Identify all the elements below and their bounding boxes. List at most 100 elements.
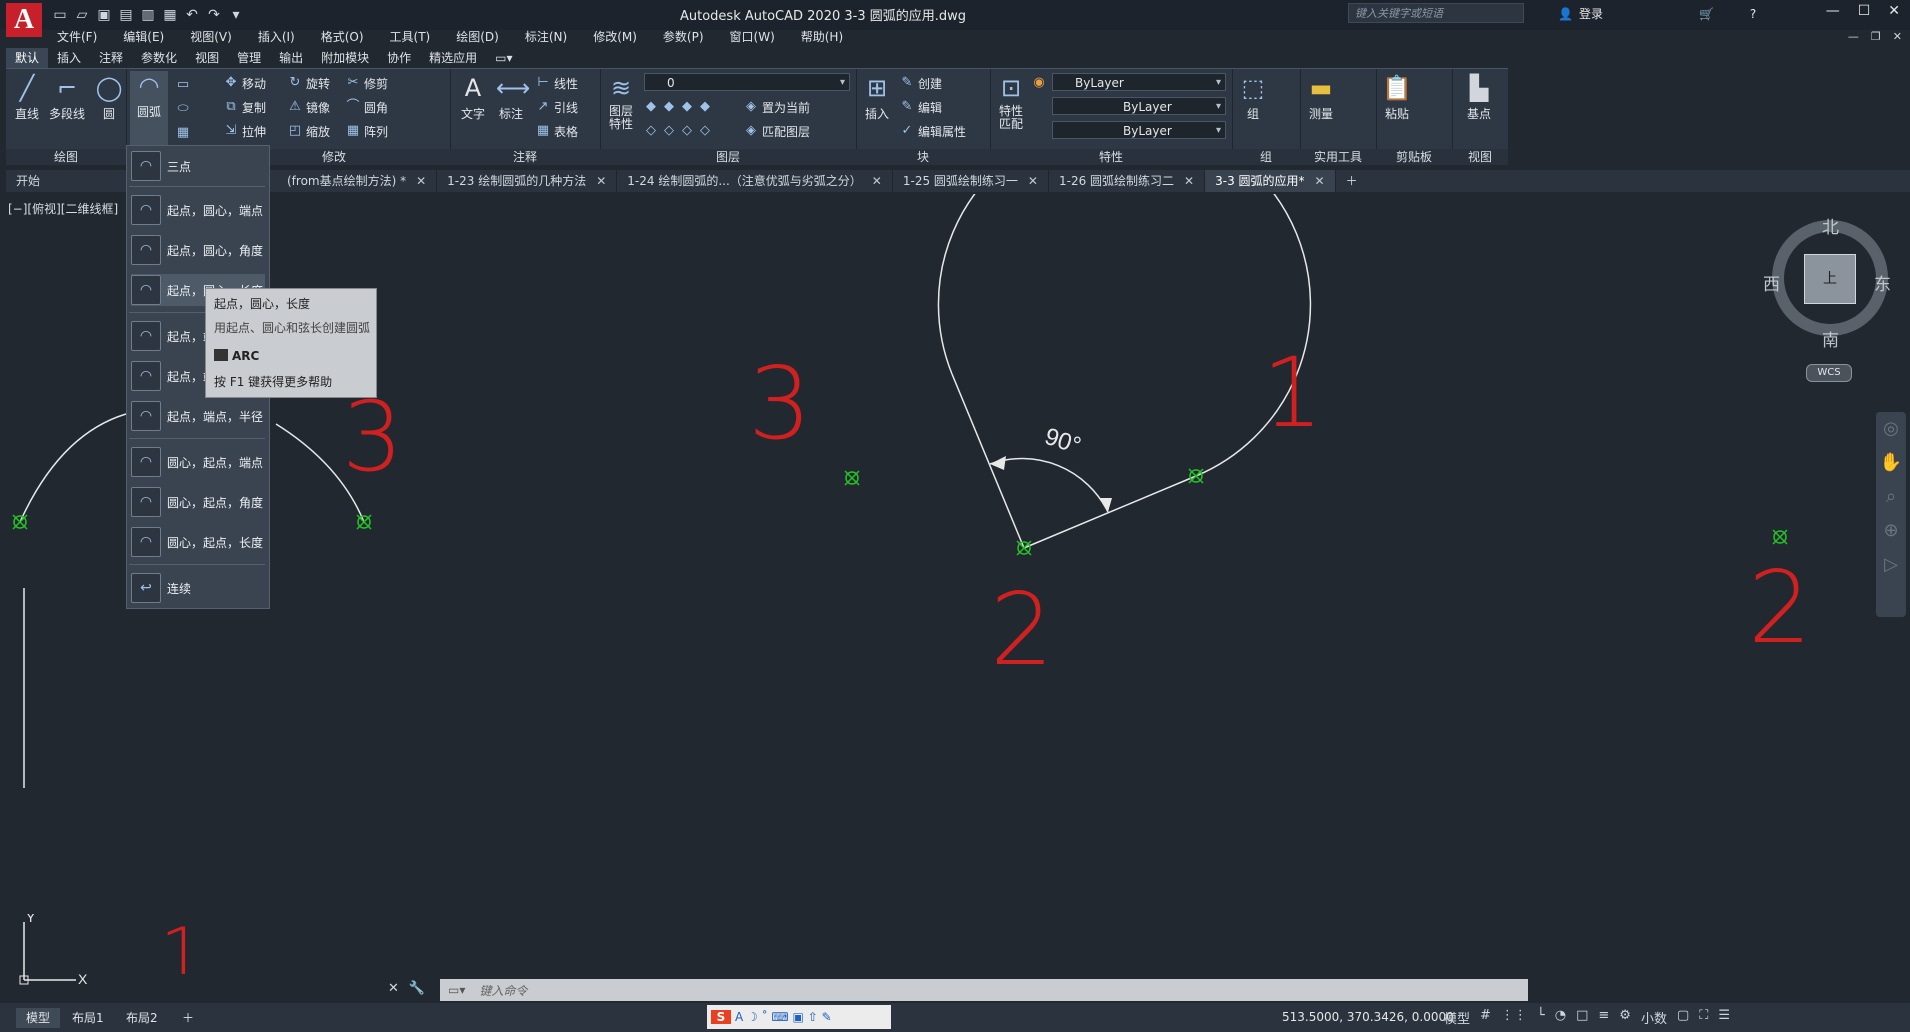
layout-tab-2[interactable]: 布局2: [116, 1008, 168, 1028]
line-button[interactable]: ╱ 直线: [8, 73, 46, 122]
arc-button[interactable]: ◠ 圆弧: [130, 71, 168, 145]
settings-icon[interactable]: ⚙: [1619, 1008, 1631, 1027]
menu-window[interactable]: 窗口(W): [717, 28, 788, 46]
video-icon[interactable]: ▭▾: [486, 48, 521, 68]
arc-start-center-angle[interactable]: ◠ 起点，圆心，角度: [131, 234, 265, 266]
table-button[interactable]: ▦ 表格: [536, 121, 578, 141]
arc-center-start-angle[interactable]: ◠ 圆心，起点，角度: [131, 486, 265, 518]
arc-center-start-length[interactable]: ◠ 圆心，起点，长度: [131, 526, 265, 558]
menu-draw[interactable]: 绘图(D): [443, 28, 512, 46]
save-icon[interactable]: ▣: [96, 7, 112, 23]
wcs-menu[interactable]: WCS: [1806, 364, 1852, 382]
arc-start-center-end[interactable]: ◠ 起点，圆心，端点: [131, 194, 265, 226]
panel-block-title[interactable]: 块: [856, 149, 990, 165]
panel-properties-title[interactable]: 特性: [990, 149, 1232, 165]
lineweight-icon[interactable]: ≡: [1598, 1008, 1609, 1027]
close-tab-icon[interactable]: ✕: [596, 174, 606, 188]
layer-dropdown[interactable]: 0: [644, 73, 850, 92]
model-space-toggle[interactable]: 模型: [1444, 1008, 1470, 1027]
base-view-button[interactable]: ▙ 基点: [1460, 73, 1498, 122]
leader-button[interactable]: ↗ 引线: [536, 97, 578, 117]
search-input[interactable]: 键入关键字或短语: [1348, 3, 1524, 23]
create-block-button[interactable]: ✎ 创建: [900, 73, 942, 93]
group-button[interactable]: ⬚ 组: [1234, 73, 1272, 122]
app-logo[interactable]: A: [6, 3, 42, 37]
compass-east[interactable]: 东: [1874, 270, 1891, 295]
layout-tab-1[interactable]: 布局1: [62, 1008, 114, 1028]
menu-parametric[interactable]: 参数(P): [650, 28, 717, 46]
tab-output[interactable]: 输出: [270, 48, 312, 68]
maximize-icon[interactable]: ☐: [1858, 3, 1871, 19]
minimize-icon[interactable]: —: [1826, 3, 1840, 19]
close-tab-icon[interactable]: ✕: [416, 174, 426, 188]
add-layout-icon[interactable]: ＋: [172, 1008, 204, 1028]
viewcube-top-face[interactable]: 上: [1804, 254, 1856, 304]
menu-dimension[interactable]: 标注(N): [512, 28, 580, 46]
array-button[interactable]: ▦ 阵列: [346, 121, 388, 141]
stretch-button[interactable]: ⇲ 拉伸: [224, 121, 266, 141]
menu-icon[interactable]: ▾: [228, 7, 244, 23]
cart-icon[interactable]: 🛒: [1699, 7, 1714, 21]
panel-clipboard-title[interactable]: 剪贴板: [1376, 149, 1452, 165]
close-tab-icon[interactable]: ✕: [1028, 174, 1038, 188]
command-line[interactable]: ▭▾ 键入命令: [440, 979, 1528, 1001]
measure-button[interactable]: ▬ 测量: [1302, 73, 1340, 122]
tab-featured[interactable]: 精选应用: [420, 48, 486, 68]
layout-tab-model[interactable]: 模型: [16, 1008, 61, 1028]
navigation-bar[interactable]: ◎ ✋ ⌕ ⊕ ▷: [1876, 412, 1906, 617]
new-icon[interactable]: ▭: [52, 7, 68, 23]
scale-button[interactable]: ◰ 缩放: [288, 121, 330, 141]
fillet-button[interactable]: ⌒ 圆角: [346, 97, 388, 117]
polyline-button[interactable]: ⌐ 多段线: [48, 73, 86, 122]
compass-west[interactable]: 西: [1763, 270, 1780, 295]
linetype-dropdown[interactable]: ByLayer: [1052, 97, 1226, 116]
tab-annotate[interactable]: 注释: [90, 48, 132, 68]
edit-block-button[interactable]: ✎ 编辑: [900, 97, 942, 117]
customize-status-icon[interactable]: ☰: [1718, 1008, 1730, 1027]
command-customize-icon[interactable]: 🔧: [409, 981, 425, 996]
rectangle-button[interactable]: ▭: [176, 75, 190, 95]
layer-tools-row2[interactable]: ◇ ◇ ◇ ◇: [644, 121, 712, 141]
plot-icon[interactable]: ▥: [140, 7, 156, 23]
doc-minimize-icon[interactable]: —: [1848, 30, 1859, 43]
doc-tab-active[interactable]: 3-3 圆弧的应用* ✕: [1205, 170, 1336, 192]
tab-collaborate[interactable]: 协作: [378, 48, 420, 68]
doc-restore-icon[interactable]: ❐: [1871, 30, 1881, 43]
hatch-button[interactable]: ⬭: [176, 99, 190, 119]
command-history-icon[interactable]: ▭▾: [448, 983, 465, 997]
coordinates-readout[interactable]: 513.5000, 370.3426, 0.0000: [1282, 1010, 1454, 1024]
tab-default[interactable]: 默认: [6, 48, 49, 68]
menu-file[interactable]: 文件(F): [44, 28, 110, 46]
print-icon[interactable]: ▦: [162, 7, 178, 23]
panel-annotation-title[interactable]: 注释: [450, 149, 600, 165]
menu-modify[interactable]: 修改(M): [580, 28, 650, 46]
edit-attributes-button[interactable]: ✓ 编辑属性: [900, 121, 966, 141]
new-tab-button[interactable]: ＋: [1336, 170, 1368, 192]
panel-view-title[interactable]: 视图: [1452, 149, 1508, 165]
login-area[interactable]: 👤 登录 🛒 ?: [1558, 5, 1756, 22]
ime-toolbar[interactable]: S A ☽ ˚ ⌨ ▣ ⇧ ✎: [707, 1005, 891, 1029]
doc-tab[interactable]: 1-26 圆弧绘制练习二 ✕: [1049, 170, 1206, 192]
rotate-button[interactable]: ↻ 旋转: [288, 73, 330, 93]
boundary-button[interactable]: ▦: [176, 123, 190, 143]
command-input[interactable]: 键入命令: [479, 982, 527, 999]
ortho-icon[interactable]: └: [1537, 1008, 1545, 1027]
match-properties-button[interactable]: ⊡ 特性 匹配: [992, 73, 1030, 131]
doc-tab[interactable]: 1-23 绘制圆弧的几种方法 ✕: [437, 170, 618, 192]
tab-parametric[interactable]: 参数化: [132, 48, 186, 68]
tab-manage[interactable]: 管理: [228, 48, 270, 68]
insert-block-button[interactable]: ⊞ 插入: [858, 73, 896, 122]
close-tab-icon[interactable]: ✕: [1184, 174, 1194, 188]
linear-button[interactable]: ⊢ 线性: [536, 73, 578, 93]
osnap-icon[interactable]: □: [1576, 1008, 1588, 1027]
arc-center-start-end[interactable]: ◠ 圆心，起点，端点: [131, 446, 265, 478]
fullscreen-icon[interactable]: ⛶: [1699, 1008, 1708, 1027]
compass-south[interactable]: 南: [1822, 326, 1839, 351]
menu-view[interactable]: 视图(V): [177, 28, 245, 46]
redo-icon[interactable]: ↷: [206, 7, 222, 23]
compass-north[interactable]: 北: [1822, 213, 1839, 238]
arc-3point[interactable]: ◠ 三点: [131, 150, 265, 182]
polar-icon[interactable]: ◔: [1555, 1008, 1566, 1027]
help-icon[interactable]: ?: [1750, 7, 1756, 21]
move-button[interactable]: ✥ 移动: [224, 73, 266, 93]
